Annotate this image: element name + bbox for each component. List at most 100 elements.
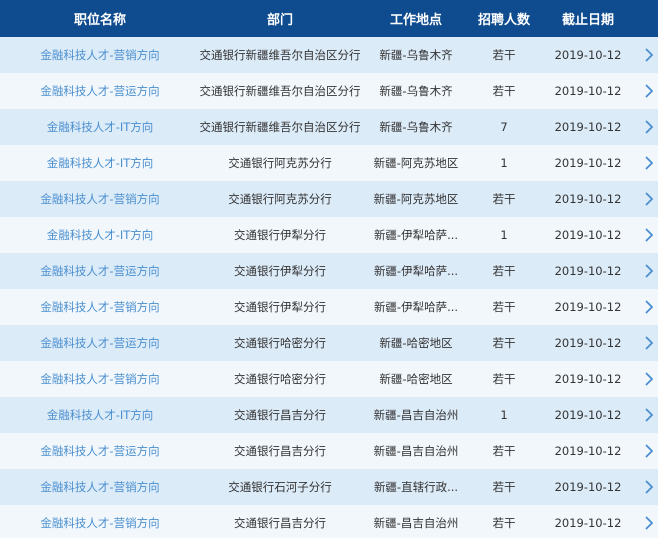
hiring-count-cell: 1 [472,408,536,422]
job-title-link[interactable]: 金融科技人才-IT方向 [47,155,154,171]
table-row[interactable]: 金融科技人才-营销方向 交通银行新疆维吾尔自治区分行 新疆-乌鲁木齐 若干 2019-1… [0,37,658,73]
hiring-count-cell: 若干 [472,479,536,495]
chevron-right-icon[interactable] [640,48,658,62]
job-title-link[interactable]: 金融科技人才-营销方向 [40,371,159,387]
chevron-right-icon[interactable] [640,444,658,458]
job-title-link-cell: 金融科技人才-营运方向 [0,83,200,99]
job-title-link-cell: 金融科技人才-营运方向 [0,335,200,351]
header-count: 招聘人数 [477,13,530,28]
table-header: 职位名称 部门 工作地点 招聘人数 截止日期 [0,0,658,37]
job-listing-table: 职位名称 部门 工作地点 招聘人数 截止日期 金融科技人才-营销方向 交通银行新疆… [0,0,658,538]
job-title-link[interactable]: 金融科技人才-营销方向 [40,299,159,315]
table-row[interactable]: 金融科技人才-营运方向 交通银行新疆维吾尔自治区分行 新疆-乌鲁木齐 若干 2019-1… [0,73,658,109]
chevron-right-icon[interactable] [640,84,658,98]
table-row[interactable]: 金融科技人才-营销方向 交通银行昌吉分行 新疆-昌吉自治州 若干 2019-10-12 [0,505,658,538]
hiring-count-cell: 若干 [472,299,536,315]
job-title-link-cell: 金融科技人才-营销方向 [0,479,200,495]
table-row[interactable]: 金融科技人才-营销方向 交通银行阿克苏分行 新疆-阿克苏地区 若干 2019-10-12 [0,181,658,217]
chevron-right-icon[interactable] [640,228,658,242]
deadline-date: 2019-10-12 [554,516,622,530]
job-title-link[interactable]: 金融科技人才-营销方向 [40,191,159,207]
work-location-cell: 新疆-伊犁哈萨... [360,299,472,315]
chevron-right-icon[interactable] [640,516,658,530]
deadline-date-cell: 2019-10-12 [536,120,640,134]
work-location: 新疆-昌吉自治州 [373,444,459,458]
job-title-link[interactable]: 金融科技人才-IT方向 [47,119,154,135]
header-deadline: 截止日期 [561,13,614,28]
deadline-date-cell: 2019-10-12 [536,300,640,314]
table-row[interactable]: 金融科技人才-营运方向 交通银行昌吉分行 新疆-昌吉自治州 若干 2019-10-12 [0,433,658,469]
work-location: 新疆-伊犁哈萨... [373,228,459,242]
chevron-right-icon[interactable] [640,480,658,494]
chevron-right-icon[interactable] [640,408,658,422]
job-title-link-cell: 金融科技人才-营销方向 [0,191,200,207]
hiring-count: 若干 [492,480,516,494]
job-title-link[interactable]: 金融科技人才-营运方向 [40,335,159,351]
deadline-date: 2019-10-12 [554,336,622,350]
table-row[interactable]: 金融科技人才-营销方向 交通银行哈密分行 新疆-哈密地区 若干 2019-10-12 [0,361,658,397]
chevron-right-icon[interactable] [640,120,658,134]
job-title-link[interactable]: 金融科技人才-营运方向 [40,263,159,279]
chevron-right-icon[interactable] [640,300,658,314]
chevron-right-icon[interactable] [640,336,658,350]
job-title-link-cell: 金融科技人才-营运方向 [0,263,200,279]
table-row[interactable]: 金融科技人才-营运方向 交通银行哈密分行 新疆-哈密地区 若干 2019-10-12 [0,325,658,361]
job-title-link-cell: 金融科技人才-IT方向 [0,407,200,423]
table-row[interactable]: 金融科技人才-营销方向 交通银行石河子分行 新疆-直辖行政... 若干 2019-10-… [0,469,658,505]
table-row[interactable]: 金融科技人才-营销方向 交通银行伊犁分行 新疆-伊犁哈萨... 若干 2019-10-1… [0,289,658,325]
header-title: 职位名称 [73,13,126,28]
deadline-date-cell: 2019-10-12 [536,228,640,242]
work-location: 新疆-乌鲁木齐 [379,48,453,62]
hiring-count-cell: 若干 [472,515,536,531]
work-location-cell: 新疆-伊犁哈萨... [360,227,472,243]
job-title-link-cell: 金融科技人才-IT方向 [0,155,200,171]
deadline-date: 2019-10-12 [554,84,622,98]
chevron-right-icon[interactable] [640,264,658,278]
header-dept: 部门 [266,13,293,28]
table-row[interactable]: 金融科技人才-IT方向 交通银行新疆维吾尔自治区分行 新疆-乌鲁木齐 7 2019-10… [0,109,658,145]
deadline-date: 2019-10-12 [554,156,622,170]
work-location: 新疆-直辖行政... [373,480,459,494]
deadline-date-cell: 2019-10-12 [536,336,640,350]
department-cell: 交通银行伊犁分行 [200,263,360,279]
work-location: 新疆-哈密地区 [379,372,453,386]
table-row[interactable]: 金融科技人才-IT方向 交通银行伊犁分行 新疆-伊犁哈萨... 1 2019-10-12 [0,217,658,253]
hiring-count: 若干 [492,444,516,458]
hiring-count: 若干 [492,84,516,98]
chevron-right-icon[interactable] [640,156,658,170]
work-location: 新疆-伊犁哈萨... [373,264,459,278]
job-title-link[interactable]: 金融科技人才-营运方向 [40,443,159,459]
hiring-count: 若干 [492,192,516,206]
department-cell: 交通银行阿克苏分行 [200,155,360,171]
chevron-right-icon[interactable] [640,372,658,386]
job-title-link[interactable]: 金融科技人才-营销方向 [40,479,159,495]
hiring-count: 7 [500,120,508,134]
table-row[interactable]: 金融科技人才-IT方向 交通银行昌吉分行 新疆-昌吉自治州 1 2019-10-12 [0,397,658,433]
deadline-date-cell: 2019-10-12 [536,84,640,98]
department-cell: 交通银行伊犁分行 [200,299,360,315]
hiring-count: 若干 [492,48,516,62]
deadline-date-cell: 2019-10-12 [536,372,640,386]
deadline-date: 2019-10-12 [554,192,622,206]
job-title-link[interactable]: 金融科技人才-营销方向 [40,515,159,531]
deadline-date-cell: 2019-10-12 [536,480,640,494]
job-title-link[interactable]: 金融科技人才-IT方向 [47,227,154,243]
work-location: 新疆-阿克苏地区 [373,156,459,170]
work-location-cell: 新疆-昌吉自治州 [360,515,472,531]
deadline-date: 2019-10-12 [554,444,622,458]
job-title-link[interactable]: 金融科技人才-营运方向 [40,83,159,99]
table-row[interactable]: 金融科技人才-IT方向 交通银行阿克苏分行 新疆-阿克苏地区 1 2019-10-12 [0,145,658,181]
hiring-count: 1 [500,408,508,422]
deadline-date-cell: 2019-10-12 [536,264,640,278]
department-cell: 交通银行石河子分行 [200,479,360,495]
department: 交通银行阿克苏分行 [228,156,332,170]
work-location-cell: 新疆-乌鲁木齐 [360,47,472,63]
job-title-link-cell: 金融科技人才-营销方向 [0,47,200,63]
work-location-cell: 新疆-阿克苏地区 [360,155,472,171]
job-title-link[interactable]: 金融科技人才-IT方向 [47,407,154,423]
chevron-right-icon[interactable] [640,192,658,206]
table-row[interactable]: 金融科技人才-营运方向 交通银行伊犁分行 新疆-伊犁哈萨... 若干 2019-10-1… [0,253,658,289]
deadline-date-cell: 2019-10-12 [536,444,640,458]
hiring-count-cell: 若干 [472,191,536,207]
job-title-link[interactable]: 金融科技人才-营销方向 [40,47,159,63]
